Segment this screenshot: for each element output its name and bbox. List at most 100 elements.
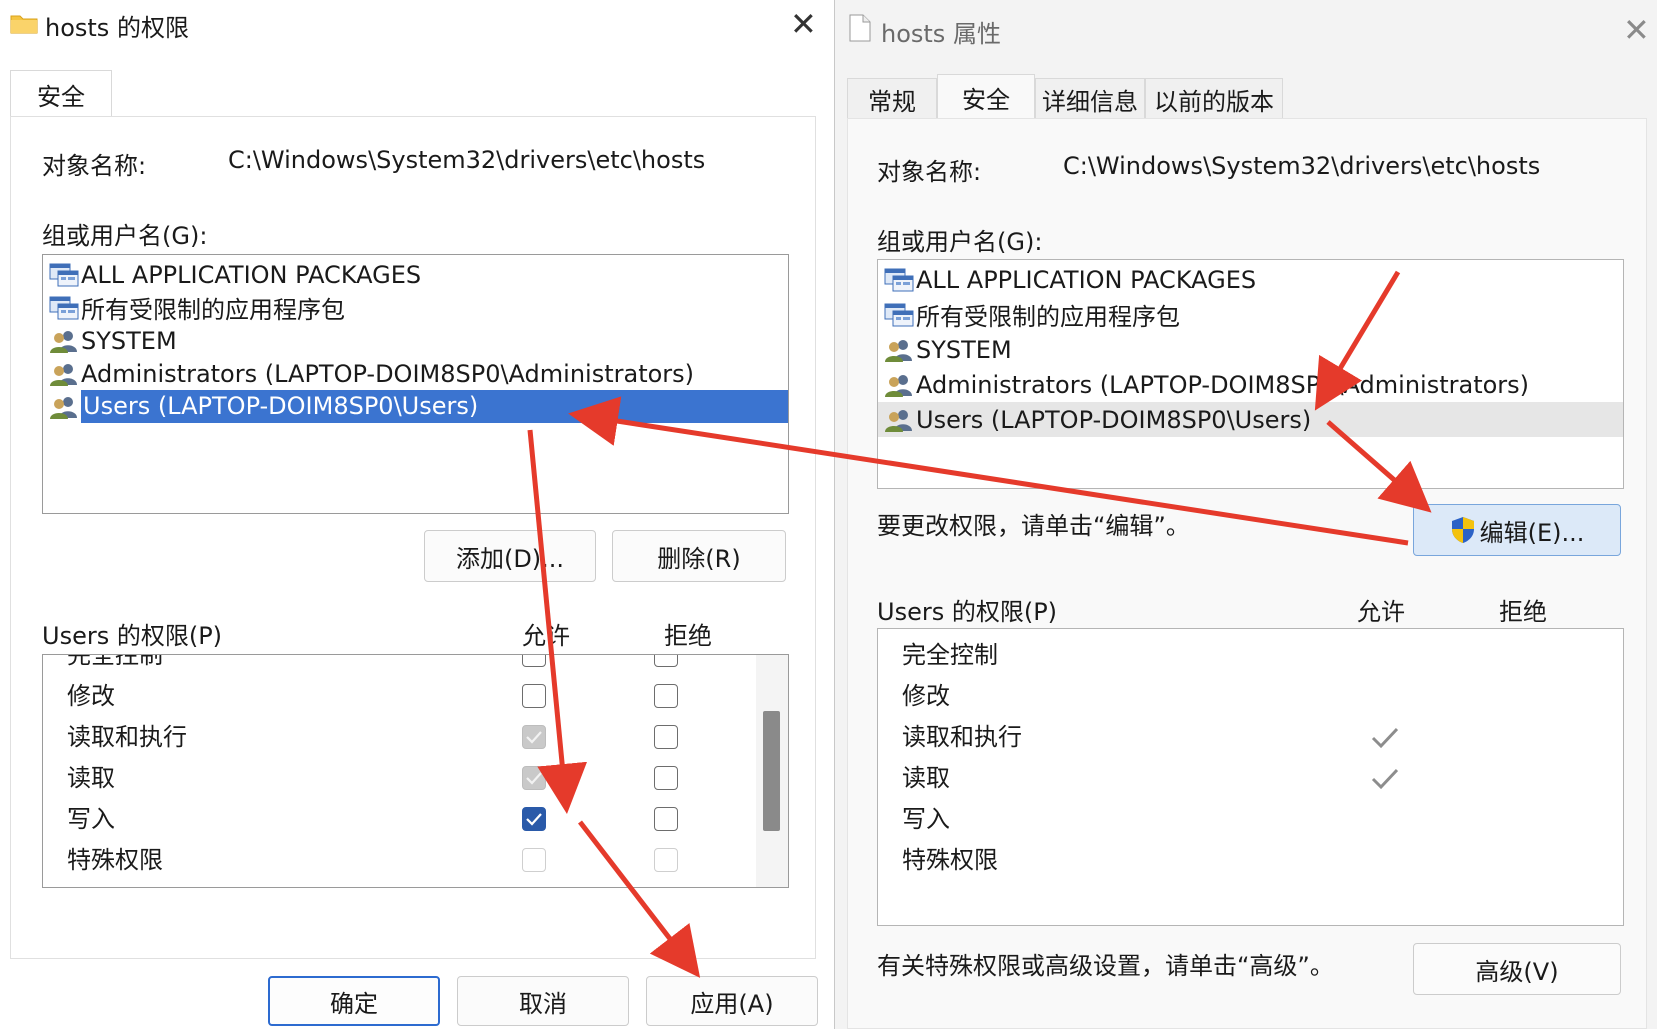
group-item[interactable]: Administrators (LAPTOP-DOIM8SP0\Administ…: [43, 356, 788, 391]
tab-0[interactable]: 常规: [847, 78, 937, 120]
allow-checkbox[interactable]: [522, 655, 546, 667]
advanced-button[interactable]: 高级(V): [1413, 943, 1621, 995]
group-item[interactable]: Users (LAPTOP-DOIM8SP0\Users): [43, 389, 788, 424]
group-list-label: 组或用户名(G):: [42, 222, 208, 250]
edit-hint: 要更改权限，请单击“编辑”。: [877, 512, 1190, 540]
group-item[interactable]: Administrators (LAPTOP-DOIM8SP0\Administ…: [878, 367, 1623, 402]
group-item[interactable]: 所有受限制的应用程序包: [878, 297, 1623, 332]
permission-list-label: Users 的权限(P): [42, 622, 223, 650]
deny-checkbox[interactable]: [654, 766, 678, 790]
permission-name: 写入: [902, 805, 950, 833]
allow-checkbox: [522, 848, 546, 872]
allow-checkbox[interactable]: [522, 684, 546, 708]
dialog-title: hosts 属性: [881, 20, 1001, 48]
file-icon: [849, 14, 871, 42]
remove-button[interactable]: 删除(R): [612, 530, 786, 582]
permission-row: 修改: [43, 676, 788, 717]
deny-checkbox[interactable]: [654, 684, 678, 708]
app-packages-icon: [884, 267, 914, 293]
group-item[interactable]: ALL APPLICATION PACKAGES: [878, 262, 1623, 297]
group-item[interactable]: 所有受限制的应用程序包: [43, 290, 788, 325]
group-item[interactable]: ALL APPLICATION PACKAGES: [43, 257, 788, 292]
permissions-dialog: hosts 的权限 ✕ 安全 对象名称: C:\Windows\System32…: [0, 0, 834, 1029]
users-group-icon: [884, 337, 914, 363]
permission-name: 完全控制: [902, 641, 998, 669]
permission-row: 读取: [878, 758, 1623, 799]
permission-name: 特殊权限: [67, 846, 163, 874]
users-group-icon: [49, 394, 79, 420]
edit-button[interactable]: 编辑(E)...: [1413, 504, 1621, 556]
permission-row: 写入: [878, 799, 1623, 840]
app-packages-icon: [884, 302, 914, 328]
add-button[interactable]: 添加(D)...: [424, 530, 596, 582]
group-item-label: ALL APPLICATION PACKAGES: [81, 260, 422, 289]
allow-check-icon: [1370, 765, 1400, 800]
group-listbox[interactable]: ALL APPLICATION PACKAGES 所有受限制的应用程序包 SYSTE…: [42, 254, 789, 514]
close-icon[interactable]: ✕: [790, 8, 817, 40]
properties-dialog: hosts 属性 ✕ 常规 安全 详细信息 以前的版本 对象名称: C:\Window…: [834, 0, 1657, 1029]
users-group-icon: [884, 407, 914, 433]
permission-row: 读取: [43, 758, 788, 799]
allow-column-header: 允许: [1357, 598, 1405, 626]
users-group-icon: [49, 361, 79, 387]
close-icon[interactable]: ✕: [1623, 14, 1650, 46]
group-item-label: Users (LAPTOP-DOIM8SP0\Users): [81, 390, 788, 423]
group-item-label: Administrators (LAPTOP-DOIM8SP0\Administ…: [916, 370, 1530, 399]
deny-checkbox[interactable]: [654, 807, 678, 831]
permission-row: 完全控制: [878, 635, 1623, 676]
permission-row: 特殊权限: [43, 840, 788, 881]
permission-name: 完全控制: [67, 654, 163, 669]
app-packages-icon: [49, 295, 79, 321]
permission-name: 写入: [67, 805, 115, 833]
permission-name: 修改: [67, 682, 115, 710]
permission-name: 特殊权限: [902, 846, 998, 874]
cancel-button[interactable]: 取消: [457, 976, 629, 1026]
group-item-label: 所有受限制的应用程序包: [916, 303, 1180, 331]
users-group-icon: [884, 372, 914, 398]
allow-checkbox: [522, 766, 546, 790]
uac-shield-icon: [1450, 516, 1476, 544]
group-item-label: SYSTEM: [916, 335, 1012, 364]
deny-checkbox: [654, 848, 678, 872]
permission-name: 读取: [902, 764, 950, 792]
permission-listbox: 完全控制修改读取和执行读取写入特殊权限: [877, 628, 1624, 926]
object-name-label: 对象名称:: [877, 158, 982, 186]
permission-listbox[interactable]: 完全控制修改读取和执行读取写入特殊权限: [42, 654, 789, 888]
permission-row: 读取和执行: [43, 717, 788, 758]
allow-checkbox[interactable]: [522, 807, 546, 831]
permission-row: 修改: [878, 676, 1623, 717]
permission-row: 读取和执行: [878, 717, 1623, 758]
group-item-label: 所有受限制的应用程序包: [81, 296, 345, 324]
permission-name: 读取: [67, 764, 115, 792]
deny-checkbox[interactable]: [654, 655, 678, 667]
ok-button[interactable]: 确定: [268, 976, 440, 1026]
tab-security[interactable]: 安全: [10, 70, 112, 118]
permission-list-label: Users 的权限(P): [877, 598, 1058, 626]
folder-icon: [10, 12, 38, 34]
group-item[interactable]: Users (LAPTOP-DOIM8SP0\Users): [878, 402, 1623, 437]
group-list-label: 组或用户名(G):: [877, 228, 1043, 256]
tab-3[interactable]: 以前的版本: [1145, 78, 1283, 120]
users-group-icon: [49, 328, 79, 354]
group-item-label: SYSTEM: [81, 326, 177, 355]
permission-row: 完全控制: [43, 654, 788, 676]
deny-column-header: 拒绝: [664, 622, 712, 650]
tab-2[interactable]: 详细信息: [1035, 78, 1145, 120]
group-item-label: Users (LAPTOP-DOIM8SP0\Users): [916, 405, 1312, 434]
allow-column-header: 允许: [522, 622, 570, 650]
allow-checkbox: [522, 725, 546, 749]
deny-checkbox[interactable]: [654, 725, 678, 749]
group-item[interactable]: SYSTEM: [878, 332, 1623, 367]
object-name-label: 对象名称:: [42, 152, 147, 180]
dialog-title: hosts 的权限: [45, 14, 189, 42]
permission-row: 写入: [43, 799, 788, 840]
permission-name: 修改: [902, 682, 950, 710]
tab-1[interactable]: 安全: [937, 74, 1035, 120]
group-listbox[interactable]: ALL APPLICATION PACKAGES 所有受限制的应用程序包 SYSTE…: [877, 259, 1624, 489]
object-path: C:\Windows\System32\drivers\etc\hosts: [228, 146, 706, 174]
deny-column-header: 拒绝: [1499, 598, 1547, 626]
permission-row: 特殊权限: [878, 840, 1623, 881]
app-packages-icon: [49, 262, 79, 288]
group-item[interactable]: SYSTEM: [43, 323, 788, 358]
apply-button[interactable]: 应用(A): [646, 976, 818, 1026]
